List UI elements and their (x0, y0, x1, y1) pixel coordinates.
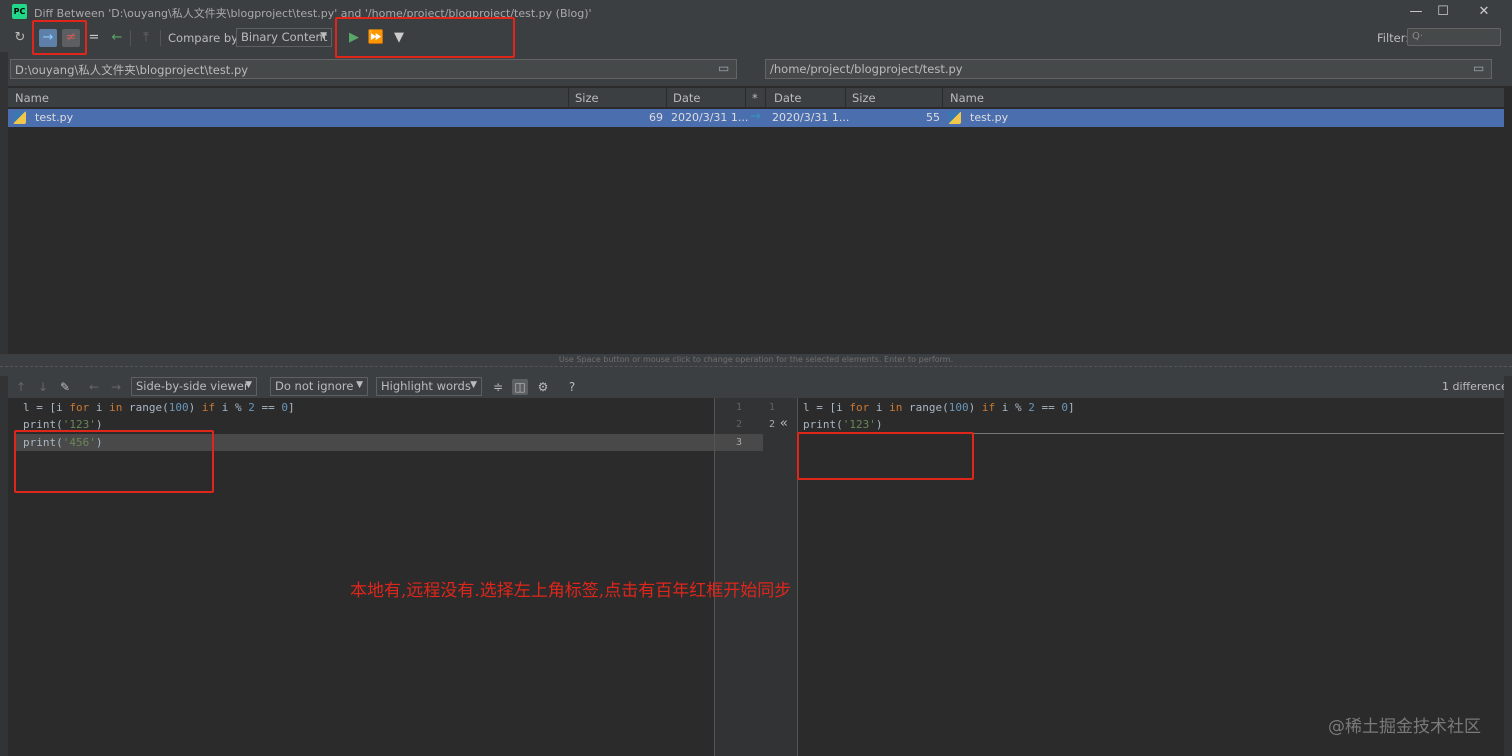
annotation-box-sync-buttons (335, 17, 515, 58)
chevron-down-icon: ▼ (320, 31, 327, 41)
apply-change-arrow-icon[interactable]: « (780, 416, 788, 431)
right-line-number: 2 (769, 419, 776, 430)
operation-hint: Use Space button or mouse click to chang… (0, 354, 1512, 366)
python-file-icon (13, 111, 26, 124)
edit-source-icon[interactable]: ✎ (57, 379, 73, 395)
column-separator (845, 88, 846, 108)
watermark: @稀土掘金技术社区 (1328, 717, 1481, 737)
folder-icon[interactable]: ▭ (1473, 61, 1487, 75)
back-icon[interactable]: ← (86, 379, 102, 395)
highlight-value: Highlight words (381, 379, 471, 393)
right-path-text: /home/project/blogproject/test.py (770, 62, 963, 76)
viewer-value: Side-by-side viewer (136, 379, 249, 393)
column-header-size-right[interactable]: Size (852, 91, 876, 105)
toolbar-separator (160, 30, 161, 46)
left-edge-strip (0, 52, 8, 756)
python-file-icon (948, 111, 961, 124)
merge-icon[interactable]: ⤒ (137, 29, 155, 47)
folder-icon[interactable]: ▭ (718, 61, 732, 75)
forward-icon[interactable]: → (108, 379, 124, 395)
column-separator (765, 88, 766, 108)
compare-by-label: Compare by: (168, 31, 241, 45)
left-line-number: 1 (736, 402, 743, 413)
refresh-icon[interactable]: ↻ (11, 29, 29, 47)
column-header-operation[interactable]: * (752, 91, 758, 105)
left-path-text: D:\ouyang\私人文件夹\blogproject\test.py (15, 63, 249, 77)
pycharm-icon: PC (12, 4, 27, 19)
right-code-line-2: print('123') (803, 418, 883, 431)
column-header-name-left[interactable]: Name (15, 91, 49, 105)
right-path-field[interactable]: /home/project/blogproject/test.py ▭ (765, 59, 1492, 79)
column-header-size-left[interactable]: Size (575, 91, 599, 105)
row-size-left: 69 (649, 111, 663, 124)
toolbar-separator (130, 30, 131, 46)
row-date-right: 2020/3/31 1... (772, 111, 850, 124)
column-header-date-left[interactable]: Date (673, 91, 701, 105)
right-code-line-1: l = [i for i in range(100) if i % 2 == 0… (803, 401, 1075, 414)
help-icon[interactable]: ? (564, 379, 580, 395)
viewer-dropdown[interactable]: Side-by-side viewer ▼ (131, 377, 257, 396)
row-size-right: 55 (926, 111, 940, 124)
annotation-box-left-code (14, 430, 214, 493)
column-header-name-right[interactable]: Name (950, 91, 984, 105)
settings-gear-icon[interactable]: ⚙ (535, 379, 551, 395)
insertion-wedge-shape (748, 436, 762, 451)
column-separator (666, 88, 667, 108)
left-line-number: 3 (736, 437, 743, 448)
previous-difference-icon[interactable]: ↑ (13, 379, 29, 395)
column-header-date-right[interactable]: Date (774, 91, 802, 105)
row-name-left: test.py (35, 111, 74, 124)
left-path-field[interactable]: D:\ouyang\私人文件夹\blogproject\test.py ▭ (10, 59, 737, 79)
difference-count: 1 difference (1442, 380, 1508, 393)
next-difference-icon[interactable]: ↓ (35, 379, 51, 395)
ignore-dropdown[interactable]: Do not ignore ▼ (270, 377, 368, 396)
annotation-box-filter-buttons (32, 20, 87, 55)
filter-label: Filter: (1377, 31, 1410, 45)
collapse-unchanged-icon[interactable]: ≑ (490, 379, 506, 395)
compare-by-value: Binary Content (241, 30, 328, 44)
ignore-value: Do not ignore (275, 379, 354, 393)
left-code-line-1: l = [i for i in range(100) if i % 2 == 0… (23, 401, 295, 414)
row-name-right: test.py (970, 111, 1009, 124)
copy-right-arrow-icon[interactable]: → (750, 109, 761, 124)
row-date-left: 2020/3/31 1... (671, 111, 749, 124)
column-separator (745, 88, 746, 108)
close-button[interactable]: ✕ (1464, 2, 1504, 22)
annotation-box-right-code (797, 432, 974, 480)
show-equal-icon[interactable]: = (85, 29, 103, 47)
filter-input[interactable]: Q· (1407, 28, 1501, 46)
chevron-down-icon: ▼ (245, 380, 252, 390)
chevron-down-icon: ▼ (470, 380, 477, 390)
column-separator (568, 88, 569, 108)
compare-by-dropdown[interactable]: Binary Content ▼ (236, 28, 332, 47)
column-separator (942, 88, 943, 108)
splitter[interactable] (0, 366, 1512, 376)
right-edge-strip (1504, 376, 1512, 756)
right-line-number: 1 (769, 402, 776, 413)
sync-scroll-icon[interactable]: ◫ (512, 379, 528, 395)
left-line-number: 2 (736, 419, 743, 430)
highlight-dropdown[interactable]: Highlight words ▼ (376, 377, 482, 396)
maximize-button[interactable]: ☐ (1423, 2, 1463, 22)
annotation-text: 本地有,远程没有.选择左上角标签,点击有百年红框开始同步 (350, 581, 792, 601)
show-right-only-icon[interactable]: ← (108, 29, 126, 47)
chevron-down-icon: ▼ (356, 380, 363, 390)
